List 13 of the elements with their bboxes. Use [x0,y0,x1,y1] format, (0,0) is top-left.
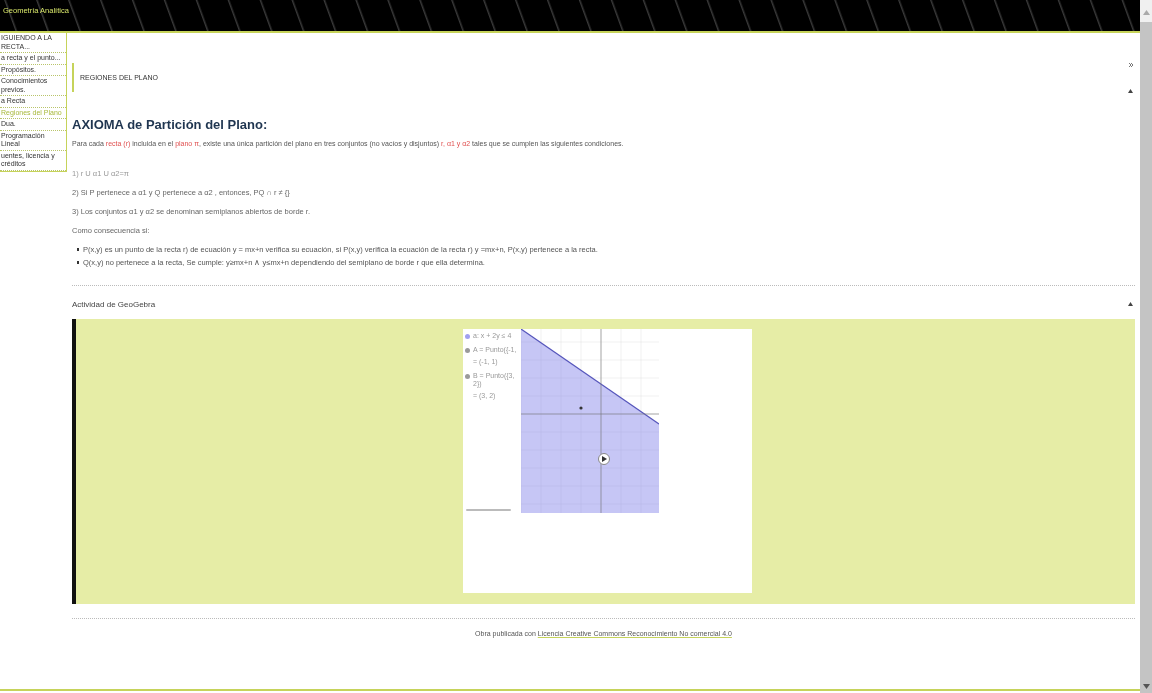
visibility-dot[interactable] [465,373,470,379]
visibility-dot[interactable] [465,347,470,353]
scrollbar[interactable] [1140,0,1152,693]
scroll-thumb[interactable] [466,508,511,511]
collapse-icon[interactable] [1128,302,1133,306]
visibility-dot[interactable] [465,333,470,339]
scroll-up-icon[interactable] [1142,10,1150,15]
play-icon [601,455,607,462]
collapse-icon[interactable] [1128,89,1133,93]
activity-title: Actividad de GeoGebra [72,299,156,309]
scroll-down-icon[interactable] [1142,684,1150,689]
axiom-heading: AXIOMA de Partición del Plano: [72,117,269,132]
expand-icon[interactable] [1129,63,1133,67]
